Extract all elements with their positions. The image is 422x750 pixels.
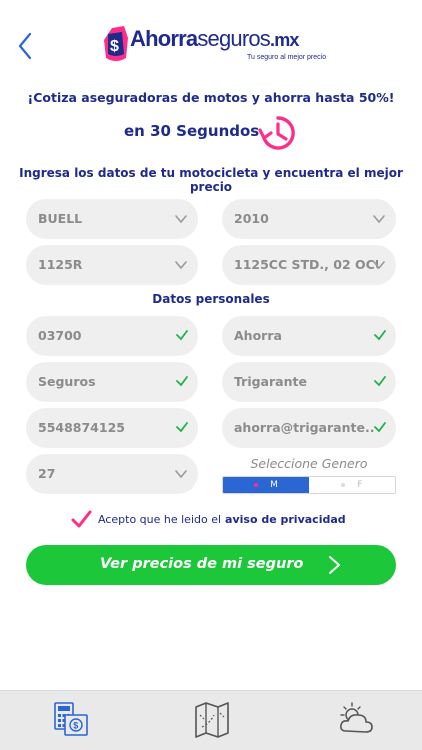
tab-weather[interactable] [336, 701, 376, 739]
checkmark-icon [374, 330, 386, 341]
gender-segmented-control: M F [222, 476, 396, 494]
tab-map[interactable] [192, 701, 232, 739]
last-name-value: Seguros [38, 374, 96, 389]
postal-code-input[interactable]: 03700 [26, 316, 198, 356]
second-last-name-input[interactable]: Trigarante [222, 362, 396, 402]
checkbox-checked-icon[interactable] [70, 510, 92, 530]
view-prices-label: Ver precios de mi seguro [100, 556, 304, 572]
svg-text:$: $ [73, 721, 78, 731]
brand-select[interactable]: BUELL [26, 199, 198, 239]
age-value: 27 [38, 466, 56, 481]
map-icon [195, 702, 229, 738]
clock-icon [258, 116, 295, 150]
first-name-input[interactable]: Ahorra [222, 316, 396, 356]
chevron-down-icon [373, 215, 385, 224]
consent-text: Acepto que he leido el aviso de privacida… [98, 513, 346, 526]
logo-word-2: seguros [197, 26, 270, 51]
radio-dot-icon [341, 482, 346, 487]
promo-text: ¡Cotiza aseguradoras de motos y ahorra h… [27, 90, 395, 105]
privacy-consent: Acepto que he leido el aviso de privacida… [70, 510, 370, 530]
gender-option-m-label: M [270, 480, 278, 490]
brand-logo: $ Ahorraseguros.mx Tu seguro al mejor pr… [102, 22, 332, 68]
chevron-left-icon [18, 32, 32, 60]
version-value: 1125CC STD., 02 OCUP. [234, 257, 378, 272]
chevron-down-icon [175, 215, 187, 224]
svg-text:$: $ [110, 38, 119, 55]
email-value: ahorra@trigarante... [234, 420, 374, 435]
phone-input[interactable]: 5548874125 [26, 408, 198, 448]
age-select[interactable]: 27 [26, 454, 198, 494]
logo-tag-icon: $ [104, 26, 128, 61]
chevron-down-icon [175, 261, 187, 270]
view-prices-button[interactable]: Ver precios de mi seguro [26, 545, 396, 585]
logo-wordmark: Ahorraseguros.mx [130, 26, 299, 52]
privacy-notice-link[interactable]: aviso de privacidad [225, 513, 346, 526]
checkmark-icon [176, 330, 188, 341]
model-value: 1125R [38, 257, 83, 272]
last-name-input[interactable]: Seguros [26, 362, 198, 402]
logo-word-1: Ahorra [130, 26, 198, 51]
first-name-value: Ahorra [234, 328, 282, 343]
tab-quote[interactable]: $ [51, 701, 91, 739]
radio-dot-icon [254, 482, 259, 487]
gender-label: Seleccione Genero [250, 456, 368, 471]
back-button[interactable] [12, 28, 40, 64]
timer-row: en 30 Segundos [0, 112, 422, 152]
checkmark-icon [176, 422, 188, 433]
checkmark-icon [176, 376, 188, 387]
year-select[interactable]: 2010 [222, 199, 396, 239]
model-select[interactable]: 1125R [26, 245, 198, 285]
year-value: 2010 [234, 211, 269, 226]
instructions-text: Ingresa los datos de tu motocicleta y en… [19, 166, 403, 194]
brand-value: BUELL [38, 211, 83, 226]
version-select[interactable]: 1125CC STD., 02 OCUP. [222, 245, 396, 285]
postal-code-value: 03700 [38, 328, 82, 343]
gender-option-f-label: F [357, 480, 363, 490]
consent-label: Acepto que he leido el [98, 513, 222, 526]
calculator-money-icon: $ [54, 702, 88, 736]
weather-icon [340, 702, 373, 733]
chevron-down-icon [373, 261, 385, 270]
checkmark-icon [374, 376, 386, 387]
chevron-down-icon [175, 470, 187, 479]
checkmark-icon [374, 422, 386, 433]
second-last-name-value: Trigarante [234, 374, 307, 389]
logo-word-3: .mx [270, 30, 299, 50]
timer-text: en 30 Segundos [124, 122, 260, 140]
chevron-right-icon [329, 556, 340, 574]
gender-option-m[interactable]: M [223, 477, 309, 493]
bottom-tab-bar: $ [0, 690, 422, 750]
phone-value: 5548874125 [38, 420, 125, 435]
personal-section-title: Datos personales [152, 292, 270, 306]
email-input[interactable]: ahorra@trigarante... [222, 408, 396, 448]
logo-tagline: Tu seguro al mejor precio [247, 54, 327, 61]
gender-option-f[interactable]: F [309, 477, 395, 493]
